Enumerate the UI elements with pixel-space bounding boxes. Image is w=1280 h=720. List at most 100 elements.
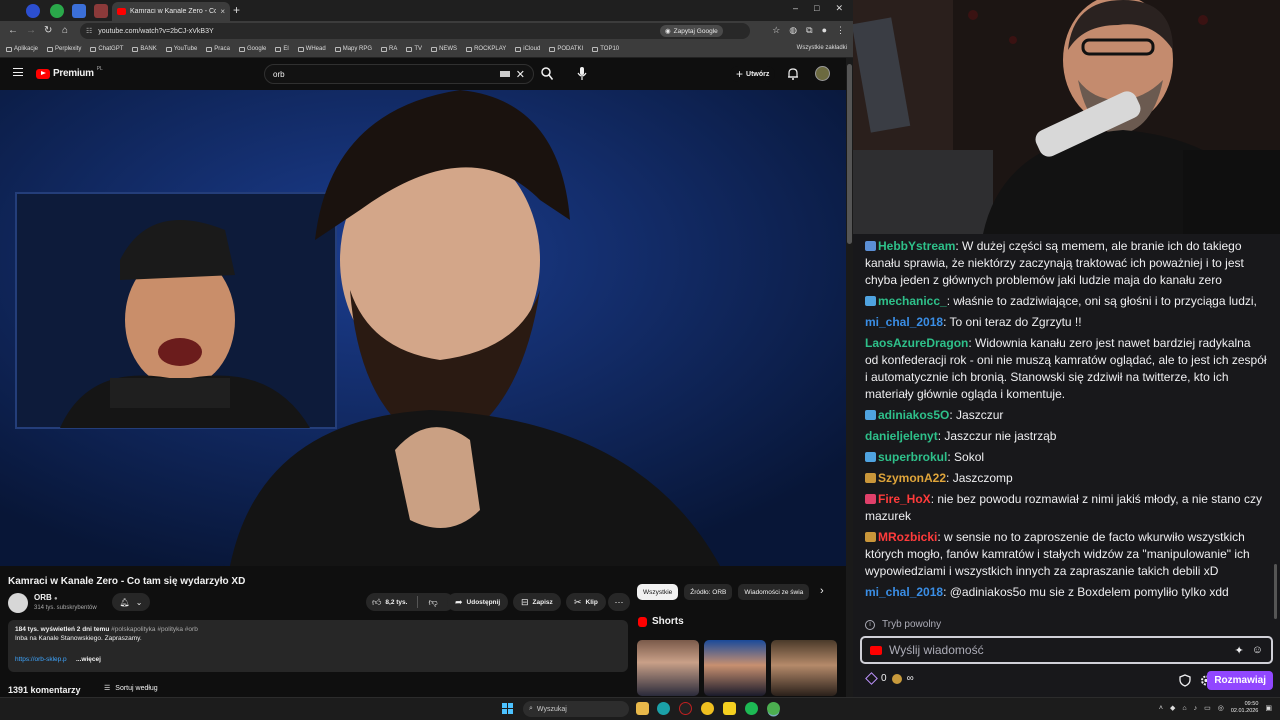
all-bookmarks-link[interactable]: Wszystkie zakładki: [797, 45, 847, 51]
tab-close-icon[interactable]: ×: [220, 7, 225, 16]
subscription-bell-button[interactable]: 🔔︎ ⌄: [112, 593, 150, 611]
hashtags[interactable]: #polskapolityka #polityka #orb: [111, 626, 198, 633]
bookmark-item[interactable]: El: [275, 46, 289, 52]
filter-chip[interactable]: Wiadomości ze świa: [738, 584, 810, 600]
user-badge-icon[interactable]: [865, 452, 876, 462]
tab-pinned-2[interactable]: [50, 4, 64, 18]
shield-icon[interactable]: [1179, 674, 1191, 687]
short-thumbnail-1[interactable]: [637, 640, 699, 696]
address-bar[interactable]: ☷ youtube.com/watch?v=2bCJ-xVkB3Y: [80, 23, 750, 39]
chat-scrollbar[interactable]: [1274, 564, 1277, 619]
chat-username[interactable]: danieljelenyt: [865, 429, 938, 443]
bookmark-item[interactable]: Perplexity: [47, 46, 81, 52]
clock[interactable]: 09:50 02.01.2026: [1231, 701, 1259, 715]
create-button[interactable]: + Utwórz: [730, 66, 776, 82]
chat-send-button[interactable]: Rozmawiaj: [1207, 671, 1273, 690]
bookmark-item[interactable]: iCloud: [515, 46, 540, 52]
dislike-icon[interactable]: 👎︎: [428, 597, 437, 608]
search-input[interactable]: orb ✕: [264, 64, 534, 84]
channel-points[interactable]: 0 ∞: [865, 672, 914, 685]
bookmark-item[interactable]: Praca: [206, 46, 230, 52]
taskbar-search[interactable]: ⌕ Wyszukaj: [523, 701, 629, 717]
sort-comments-button[interactable]: ☰ Sortuj według: [104, 684, 158, 693]
tab-pinned-3[interactable]: [72, 4, 86, 18]
menu-dots-icon[interactable]: ⋮: [836, 25, 845, 36]
video-player[interactable]: [0, 90, 846, 566]
spotify-icon[interactable]: [745, 702, 758, 715]
bookmark-item[interactable]: Google: [238, 46, 266, 52]
site-info-icon[interactable]: ☷: [86, 27, 92, 35]
bookmark-item[interactable]: RA: [381, 46, 397, 52]
bits-icon[interactable]: ✦: [1235, 644, 1244, 657]
notes-icon[interactable]: [723, 702, 736, 715]
page-scrollbar-thumb[interactable]: [847, 64, 852, 244]
bookmark-item[interactable]: Aplikacje: [6, 46, 38, 52]
network-icon[interactable]: ⌂: [1182, 705, 1186, 712]
chat-message-input[interactable]: Wyślij wiadomość ✦ ☺: [860, 636, 1273, 664]
reload-icon[interactable]: ↻: [44, 25, 52, 36]
video-description[interactable]: 184 tys. wyświetleń 2 dni temu #polskapo…: [8, 620, 628, 672]
edge-icon[interactable]: [657, 702, 670, 715]
language-icon[interactable]: ◎: [1218, 704, 1224, 712]
channel-avatar[interactable]: [8, 593, 28, 613]
share-button[interactable]: ➦ Udostępnij: [447, 593, 509, 611]
chat-username[interactable]: LaosAzureDragon: [865, 336, 968, 350]
ask-google-button[interactable]: ◉ Zapytaj Google: [660, 25, 723, 37]
chat-username[interactable]: Fire_HoX: [878, 492, 931, 506]
chevron-right-icon[interactable]: ›: [820, 585, 824, 597]
save-button[interactable]: ⊟ Zapisz: [513, 593, 561, 611]
chat-username[interactable]: mechanicc_: [878, 294, 947, 308]
chat-username[interactable]: HebbYstream: [878, 239, 955, 253]
chrome-active-icon[interactable]: [767, 702, 780, 715]
bookmark-item[interactable]: WHead: [297, 46, 326, 52]
filter-chip[interactable]: Wszystkie: [637, 584, 679, 600]
page-scrollbar[interactable]: [846, 58, 853, 697]
bookmark-item[interactable]: TOP10: [592, 46, 619, 52]
keyboard-icon[interactable]: [499, 71, 510, 77]
file-explorer-icon[interactable]: [636, 702, 649, 715]
back-icon[interactable]: ←: [8, 25, 18, 36]
bookmark-item[interactable]: ROCKPLAY: [466, 46, 506, 52]
microphone-icon[interactable]: [576, 66, 588, 81]
forward-icon[interactable]: →: [26, 25, 36, 36]
notifications-icon[interactable]: ▣: [1265, 704, 1272, 712]
maximize-icon[interactable]: □: [814, 3, 819, 14]
short-thumbnail-3[interactable]: [771, 640, 837, 696]
extension-icon[interactable]: ◍: [789, 25, 797, 36]
bookmark-item[interactable]: NEWS: [431, 46, 457, 52]
user-badge-icon[interactable]: [865, 494, 876, 504]
youtube-logo[interactable]: Premium PL: [36, 66, 103, 79]
show-more-button[interactable]: ...więcej: [76, 656, 101, 663]
chat-username[interactable]: MRozbicki: [878, 530, 937, 544]
chrome-icon[interactable]: [701, 702, 714, 715]
battery-icon[interactable]: ▭: [1204, 704, 1211, 712]
minimize-icon[interactable]: –: [793, 3, 798, 14]
search-icon[interactable]: [541, 67, 553, 81]
tray-chevron-icon[interactable]: ˄: [1159, 705, 1163, 712]
user-badge-icon[interactable]: [865, 241, 876, 251]
like-count[interactable]: 8,2 tys.: [385, 599, 407, 606]
chat-username[interactable]: superbrokul: [878, 450, 947, 464]
bookmark-item[interactable]: PODATKI: [549, 46, 583, 52]
bookmark-item[interactable]: BANK: [132, 46, 157, 52]
bookmark-star-icon[interactable]: ☆: [772, 25, 780, 36]
tray-app-icon[interactable]: ◆: [1170, 704, 1175, 712]
emote-smiley-icon[interactable]: ☺: [1252, 644, 1263, 656]
user-avatar[interactable]: [815, 66, 830, 81]
channel-name[interactable]: ORB ●: [34, 593, 58, 602]
user-badge-icon[interactable]: [865, 532, 876, 542]
new-tab-button[interactable]: +: [233, 3, 240, 17]
extensions-puzzle-icon[interactable]: ⧉: [806, 25, 812, 36]
short-thumbnail-2[interactable]: [704, 640, 766, 696]
bookmark-item[interactable]: ChatGPT: [90, 46, 123, 52]
hamburger-menu-icon[interactable]: [13, 68, 23, 76]
clear-search-icon[interactable]: ✕: [516, 68, 525, 81]
bookmark-item[interactable]: Mapy RPG: [334, 46, 372, 52]
user-badge-icon[interactable]: [865, 473, 876, 483]
bookmark-item[interactable]: YouTube: [165, 46, 197, 52]
tab-pinned-1[interactable]: [26, 4, 40, 18]
chat-username[interactable]: SzymonA22: [878, 471, 946, 485]
tab-youtube-active[interactable]: Kamraci w Kanale Zero - Co tam ×: [112, 2, 230, 21]
filter-chip[interactable]: Źródło: ORB: [684, 584, 733, 600]
home-icon[interactable]: ⌂: [62, 25, 68, 36]
